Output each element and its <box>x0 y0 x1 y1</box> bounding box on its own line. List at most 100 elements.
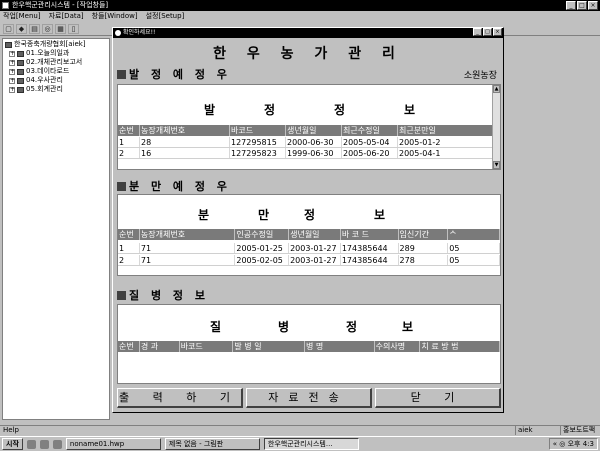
taskbar: 시작 noname01.hwp 제목 없음 - 그림판 한우핵군관리시스템...… <box>0 436 600 451</box>
section-title-disease: 질 병 정 보 <box>117 287 209 303</box>
transfer-button[interactable]: 자료전송 <box>246 388 372 408</box>
banner-char: 보 <box>404 102 416 117</box>
disease-banner: 질 병 정 보 <box>118 317 500 335</box>
dialog-maximize-button[interactable]: □ <box>483 28 492 36</box>
column-header[interactable]: 순번 <box>118 341 140 352</box>
birth-grid[interactable]: 분 만 정 보 순번 농장개체번호 인공수정일 생년월일 바 코 드 임신기간 … <box>117 194 501 276</box>
app-icon <box>2 2 9 9</box>
expand-icon[interactable]: + <box>9 50 15 57</box>
column-header[interactable]: 농장개체번호 <box>140 125 230 136</box>
toolbar-button-6[interactable]: ▯ <box>68 24 79 34</box>
section-bullet-icon <box>117 69 126 79</box>
dialog-close-button[interactable]: × <box>493 28 502 36</box>
tree-item-accounting[interactable]: + 05.회계관리 <box>5 85 107 94</box>
column-header[interactable]: 수의사명 <box>375 341 421 352</box>
menu-item-window[interactable]: 창들[Window] <box>92 11 138 22</box>
tree-root-label: 한국종축개량협회[aiek] <box>14 40 86 48</box>
folder-icon <box>17 77 24 84</box>
estrus-header-row: 순번 농장개체번호 바코드 생년월일 최근수정일 최근분만일 <box>118 125 500 136</box>
column-header[interactable]: ᄉ <box>448 229 500 240</box>
taskbar-item-paint[interactable]: 제목 없음 - 그림판 <box>164 438 260 450</box>
quick-launch-icon[interactable] <box>39 439 49 449</box>
cell: 2 <box>118 148 140 158</box>
close-dialog-button[interactable]: 닫 기 <box>375 388 501 408</box>
column-header[interactable]: 인공수정일 <box>235 229 290 240</box>
column-header[interactable]: 생년월일 <box>289 229 341 240</box>
column-header[interactable]: 바코드 <box>230 125 286 136</box>
farm-name: 소원농장 <box>463 71 497 81</box>
section-title-text: 질 병 정 보 <box>129 289 209 302</box>
table-row[interactable]: 2 71 2005-02-05 2003-01-27 174385644 278… <box>118 255 500 266</box>
expand-icon[interactable]: + <box>9 68 15 75</box>
scroll-down-icon[interactable]: ▼ <box>493 161 500 169</box>
menu-item-data[interactable]: 자료[Data] <box>49 11 84 22</box>
expand-icon[interactable]: + <box>9 86 15 93</box>
cell: 2003-01-27 <box>289 243 341 253</box>
close-button[interactable]: × <box>588 1 598 10</box>
folder-icon <box>17 59 24 66</box>
banner-char: 보 <box>374 207 386 222</box>
toolbar-button-4[interactable]: ◎ <box>42 24 53 34</box>
tree-item-dataload[interactable]: + 03.데이타로드 <box>5 67 107 76</box>
expand-icon[interactable]: + <box>9 77 15 84</box>
disease-header-row: 순번 경 과 바코드 발 병 일 병 명 수의사명 치 료 방 법 <box>118 341 500 352</box>
column-header[interactable]: 최근분만일 <box>398 125 494 136</box>
taskbar-item-app[interactable]: 한우핵군관리시스템... <box>263 438 359 450</box>
status-help: Help <box>3 426 19 434</box>
cell: 1 <box>118 137 140 147</box>
column-header[interactable]: 순번 <box>118 125 140 136</box>
banner-char: 발 <box>204 102 216 117</box>
toolbar-button-3[interactable]: ▤ <box>29 24 40 34</box>
maximize-button[interactable]: □ <box>577 1 587 10</box>
quick-launch-icon[interactable] <box>52 439 62 449</box>
table-row[interactable]: 1 71 2005-01-25 2003-01-27 174385644 289… <box>118 243 500 254</box>
tree-item-barn[interactable]: + 04.우사관리 <box>5 76 107 85</box>
tree-item-report[interactable]: + 02.개체관리보고서 <box>5 58 107 67</box>
dialog-window-controls: _ □ × <box>473 28 502 36</box>
table-row[interactable]: 1 28 127295815 2000-06-30 2005-05-04 200… <box>118 137 500 148</box>
menu-item-menu[interactable]: 작업[Menu] <box>3 11 41 22</box>
column-header[interactable]: 바 코 드 <box>341 229 399 240</box>
cell: 28 <box>140 137 230 147</box>
column-header[interactable]: 생년월일 <box>286 125 342 136</box>
minimize-button[interactable]: _ <box>566 1 576 10</box>
print-button[interactable]: 출 력 하 기 <box>117 388 243 408</box>
section-title-estrus: 발 정 예 정 우 <box>117 66 231 82</box>
menu-bar: 작업[Menu] 자료[Data] 창들[Window] 설정[Setup] <box>0 11 600 22</box>
column-header[interactable]: 순번 <box>118 229 140 240</box>
dialog-title-bar: 확인하세요!! _ □ × <box>113 28 503 38</box>
section-title-birth: 분 만 예 정 우 <box>117 178 231 194</box>
column-header[interactable]: 병 명 <box>305 341 375 352</box>
toolbar-button-5[interactable]: ▦ <box>55 24 66 34</box>
column-header[interactable]: 농장개체번호 <box>140 229 236 240</box>
quick-launch-icon[interactable] <box>26 439 36 449</box>
tree-root[interactable]: 한국종축개량협회[aiek] <box>5 40 107 49</box>
disease-grid[interactable]: 질 병 정 보 순번 경 과 바코드 발 병 일 병 명 수의사명 치 료 방 … <box>117 304 501 384</box>
column-header[interactable]: 발 병 일 <box>233 341 306 352</box>
cell: 2005-06-20 <box>342 148 398 158</box>
toolbar-button-1[interactable]: ▢ <box>3 24 14 34</box>
banner-char: 병 <box>278 319 290 334</box>
banner-char: 질 <box>210 319 222 334</box>
column-header[interactable]: 바코드 <box>180 341 234 352</box>
column-header[interactable]: 치 료 방 법 <box>420 341 500 352</box>
estrus-grid[interactable]: 발 정 정 보 순번 농장개체번호 바코드 생년월일 최근수정일 최근분만일 1… <box>117 84 501 170</box>
column-header[interactable]: 임신기간 <box>399 229 449 240</box>
section-bullet-icon <box>117 181 126 191</box>
estrus-scrollbar[interactable]: ▲ ▼ <box>492 85 500 169</box>
toolbar-button-2[interactable]: ◆ <box>16 24 27 34</box>
expand-icon[interactable]: + <box>9 59 15 66</box>
start-button[interactable]: 시작 <box>2 438 23 450</box>
menu-item-setup[interactable]: 설정[Setup] <box>146 11 185 22</box>
scroll-up-icon[interactable]: ▲ <box>493 85 500 93</box>
taskbar-item-hwp[interactable]: noname01.hwp <box>65 438 161 450</box>
banner-char: 정 <box>334 102 346 117</box>
cell: 2005-02-05 <box>235 255 290 265</box>
table-row[interactable]: 2 16 127295823 1999-06-30 2005-06-20 200… <box>118 148 500 159</box>
tree-item-daily[interactable]: + 01.오늘의일과 <box>5 49 107 58</box>
tree-item-label: 04.우사관리 <box>26 76 63 84</box>
cell: 05 <box>448 255 500 265</box>
dialog-minimize-button[interactable]: _ <box>473 28 482 36</box>
column-header[interactable]: 최근수정일 <box>342 125 398 136</box>
column-header[interactable]: 경 과 <box>140 341 180 352</box>
